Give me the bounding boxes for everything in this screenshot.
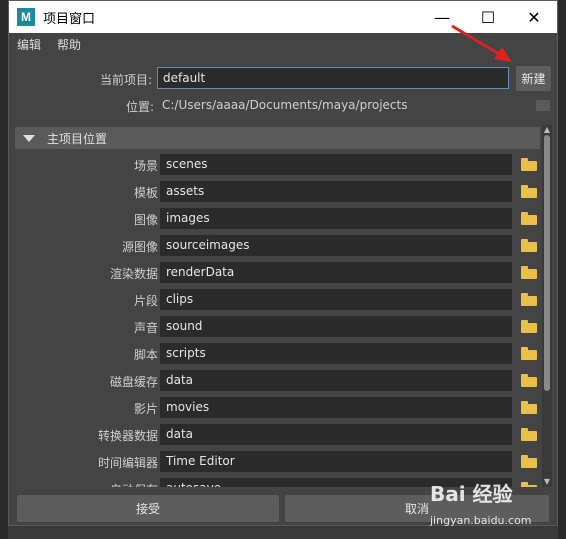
folder-icon[interactable] <box>521 401 537 414</box>
section-title: 主项目位置 <box>47 131 108 146</box>
location-row-label: 渲染数据 <box>109 267 158 281</box>
folder-icon[interactable] <box>521 320 537 333</box>
location-row: 转换器数据 data <box>15 422 540 449</box>
window-title: 项目窗口 <box>43 11 96 27</box>
menu-help[interactable]: 帮助 <box>49 36 89 53</box>
folder-icon-body <box>521 377 537 387</box>
maya-app-icon: M <box>17 8 35 26</box>
location-row: 场景 scenes <box>15 152 540 179</box>
project-window: M 项目窗口 — ☐ ✕ 编辑 帮助 当前项目: default 新建 位置: … <box>8 0 558 526</box>
location-row-label: 自动保存 <box>110 481 158 487</box>
location-row: 时间编辑器 Time Editor <box>15 449 540 476</box>
location-row: 声音 sound <box>15 314 540 341</box>
folder-icon-body <box>521 404 537 414</box>
location-row-label: 脚本 <box>133 348 158 362</box>
location-label: 位置: <box>125 100 154 114</box>
location-row-input[interactable]: sourceimages <box>160 235 512 256</box>
location-value: C:/Users/aaaa/Documents/maya/projects <box>162 98 408 112</box>
location-row-label: 磁盘缓存 <box>109 375 158 389</box>
folder-icon[interactable] <box>521 293 537 306</box>
folder-icon[interactable] <box>521 455 537 468</box>
location-row-label: 时间编辑器 <box>97 456 158 470</box>
location-row-label: 模板 <box>133 186 158 200</box>
background-right-edge <box>558 0 566 539</box>
location-row: 磁盘缓存 data <box>15 368 540 395</box>
location-row-input[interactable]: sound <box>160 316 512 337</box>
location-row-input[interactable]: data <box>160 424 512 445</box>
location-row-label: 影片 <box>133 402 158 416</box>
location-row: 源图像 sourceimages <box>15 233 540 260</box>
location-row-input[interactable]: scenes <box>160 154 512 175</box>
folder-icon[interactable] <box>521 158 537 171</box>
folder-icon-body <box>521 269 537 279</box>
folder-icon[interactable] <box>521 239 537 252</box>
maximize-button[interactable]: ☐ <box>465 1 511 33</box>
folder-icon[interactable] <box>521 347 537 360</box>
folder-icon-body <box>521 458 537 468</box>
location-row-label: 源图像 <box>121 240 158 254</box>
location-row-input[interactable]: scripts <box>160 343 512 364</box>
location-row-label: 声音 <box>133 321 158 335</box>
location-row: 图像 images <box>15 206 540 233</box>
menu-edit[interactable]: 编辑 <box>9 36 49 53</box>
location-row: 渲染数据 renderData <box>15 260 540 287</box>
watermark-logo: Bai 经验 <box>430 482 513 506</box>
location-row-input[interactable]: Time Editor <box>160 451 512 472</box>
location-row: 模板 assets <box>15 179 540 206</box>
title-bar: M 项目窗口 — ☐ ✕ <box>9 1 557 33</box>
location-row-input[interactable]: renderData <box>160 262 512 283</box>
location-row: 片段 clips <box>15 287 540 314</box>
watermark-url: jingyan.baidu.com <box>430 514 532 527</box>
folder-icon-body <box>521 188 537 198</box>
folder-icon-body <box>521 323 537 333</box>
location-row-input[interactable]: assets <box>160 181 512 202</box>
baidu-watermark: Bai 经验 jingyan.baidu.com <box>430 478 560 536</box>
folder-icon-body <box>521 431 537 441</box>
location-row-label: 片段 <box>133 294 158 308</box>
vertical-scrollbar[interactable]: ▲ ▼ <box>542 125 552 487</box>
minimize-button[interactable]: — <box>419 1 465 33</box>
folder-icon[interactable] <box>521 185 537 198</box>
folder-icon[interactable] <box>521 266 537 279</box>
location-row: 脚本 scripts <box>15 341 540 368</box>
folder-icon-body <box>521 296 537 306</box>
background-left-edge <box>0 0 8 539</box>
location-row-label: 图像 <box>133 213 158 227</box>
folder-icon-body <box>521 350 537 360</box>
section-header[interactable]: 主项目位置 <box>15 127 540 149</box>
scroll-thumb[interactable] <box>544 135 550 391</box>
new-project-button[interactable]: 新建 <box>516 66 551 91</box>
folder-icon[interactable] <box>521 212 537 225</box>
collapse-triangle-icon <box>23 134 35 142</box>
location-row-input[interactable]: images <box>160 208 512 229</box>
location-row-label: 场景 <box>133 159 158 173</box>
folder-icon[interactable] <box>521 374 537 387</box>
close-button[interactable]: ✕ <box>511 1 557 33</box>
location-row-input[interactable]: data <box>160 370 512 391</box>
menu-bar: 编辑 帮助 <box>9 33 557 55</box>
accept-button[interactable]: 接受 <box>17 495 279 522</box>
current-project-input[interactable]: default <box>157 67 509 89</box>
primary-project-locations: 主项目位置 场景 scenes 模板 assets 图像 images 源图像 sourcei… <box>15 125 540 487</box>
folder-icon-body <box>521 215 537 225</box>
folder-icon-body <box>521 161 537 171</box>
window-controls: — ☐ ✕ <box>419 1 557 33</box>
folder-icon-body <box>521 242 537 252</box>
location-row-input[interactable]: clips <box>160 289 512 310</box>
current-project-label: 当前项目: <box>99 73 152 87</box>
location-row-label: 转换器数据 <box>97 429 158 443</box>
location-folder-icon[interactable] <box>536 100 550 111</box>
location-row: 影片 movies <box>15 395 540 422</box>
location-row-input[interactable]: movies <box>160 397 512 418</box>
scroll-up-arrow-icon[interactable]: ▲ <box>542 125 552 135</box>
folder-icon[interactable] <box>521 428 537 441</box>
